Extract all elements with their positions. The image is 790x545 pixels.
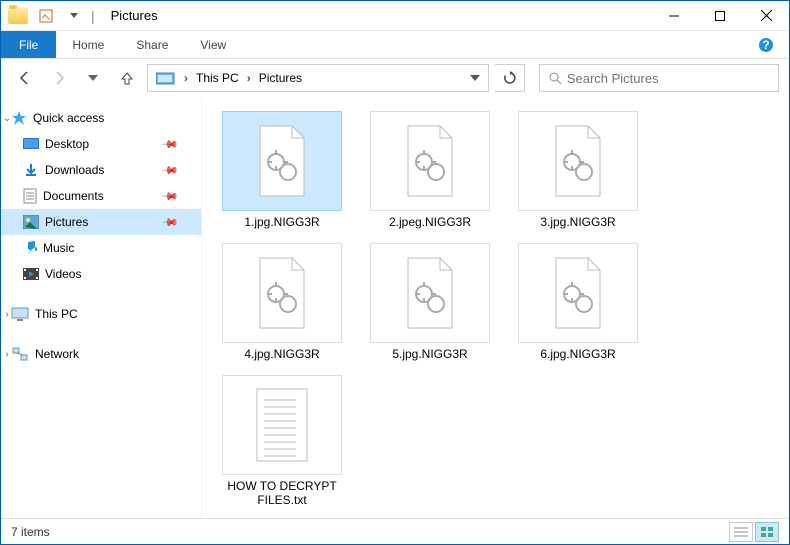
file-label: 6.jpg.NIGG3R	[540, 347, 615, 361]
sidebar-item-label: This PC	[35, 307, 78, 321]
pictures-icon	[23, 215, 39, 229]
file-thumbnail	[370, 243, 490, 343]
title-separator: |	[91, 8, 95, 24]
tab-view[interactable]: View	[184, 31, 242, 58]
recent-dropdown[interactable]	[79, 64, 107, 92]
forward-button[interactable]	[45, 64, 73, 92]
thumbnails-view-button[interactable]	[755, 522, 779, 542]
search-box[interactable]	[539, 64, 779, 92]
file-thumbnail	[518, 243, 638, 343]
sidebar-item-pictures[interactable]: Pictures 📌	[1, 209, 201, 235]
file-label: 1.jpg.NIGG3R	[244, 215, 319, 229]
file-item[interactable]: 1.jpg.NIGG3R	[212, 111, 352, 229]
help-button[interactable]: ?	[751, 31, 781, 58]
qat-dropdown-icon[interactable]	[63, 5, 85, 27]
file-view[interactable]: 1.jpg.NIGG3R 2.jpeg.NIGG3R 3.jpg.NIGG3R 4.j…	[201, 97, 789, 518]
sidebar-item-label: Quick access	[33, 111, 104, 125]
details-view-button[interactable]	[729, 522, 753, 542]
maximize-button[interactable]	[697, 1, 743, 31]
close-button[interactable]	[743, 1, 789, 31]
breadcrumb-this-pc[interactable]: This PC	[190, 65, 245, 91]
caret-icon[interactable]: ›	[1, 349, 13, 360]
file-item[interactable]: 6.jpg.NIGG3R	[508, 243, 648, 361]
pin-icon: 📌	[161, 161, 180, 180]
breadcrumb-root-icon[interactable]	[150, 65, 182, 91]
sidebar-item-label: Desktop	[45, 137, 89, 151]
file-item[interactable]: 3.jpg.NIGG3R	[508, 111, 648, 229]
sidebar-item-music[interactable]: Music	[1, 235, 201, 261]
window-title: Pictures	[111, 8, 158, 23]
tab-home[interactable]: Home	[56, 31, 120, 58]
file-item[interactable]: 4.jpg.NIGG3R	[212, 243, 352, 361]
file-thumbnail	[222, 375, 342, 475]
sidebar-item-documents[interactable]: Documents 📌	[1, 183, 201, 209]
file-thumbnail	[518, 111, 638, 211]
sidebar-item-downloads[interactable]: Downloads 📌	[1, 157, 201, 183]
pin-icon: 📌	[161, 135, 180, 154]
breadcrumb-pictures[interactable]: Pictures	[253, 65, 308, 91]
breadcrumb-dropdown[interactable]	[464, 65, 486, 91]
sidebar-item-label: Pictures	[45, 215, 88, 229]
sidebar-item-label: Network	[35, 347, 79, 361]
caret-icon[interactable]: ⌄	[1, 113, 13, 124]
file-item[interactable]: 5.jpg.NIGG3R	[360, 243, 500, 361]
documents-icon	[23, 188, 37, 204]
downloads-icon	[23, 162, 39, 178]
file-label: 4.jpg.NIGG3R	[244, 347, 319, 361]
file-label: 5.jpg.NIGG3R	[392, 347, 467, 361]
sidebar-quick-access[interactable]: ⌄ Quick access	[1, 105, 201, 131]
ribbon-tabs: File Home Share View ?	[1, 31, 789, 59]
navigation-bar: › This PC › Pictures	[1, 59, 789, 97]
breadcrumb-separator[interactable]: ›	[182, 71, 190, 85]
caret-icon[interactable]: ›	[1, 309, 13, 320]
file-item[interactable]: 2.jpeg.NIGG3R	[360, 111, 500, 229]
navigation-pane: ⌄ Quick access Desktop 📌 Downloads 📌 Doc…	[1, 97, 201, 518]
file-tab[interactable]: File	[1, 31, 56, 58]
sidebar-item-desktop[interactable]: Desktop 📌	[1, 131, 201, 157]
file-label: 3.jpg.NIGG3R	[540, 215, 615, 229]
explorer-icon	[7, 5, 29, 27]
search-input[interactable]	[567, 71, 770, 86]
title-bar: | Pictures	[1, 1, 789, 31]
sidebar-network[interactable]: › Network	[1, 341, 201, 367]
sidebar-item-label: Downloads	[45, 163, 104, 177]
content-area: ⌄ Quick access Desktop 📌 Downloads 📌 Doc…	[1, 97, 789, 518]
sidebar-item-label: Documents	[43, 189, 104, 203]
network-icon	[11, 347, 29, 361]
back-button[interactable]	[11, 64, 39, 92]
svg-text:?: ?	[762, 38, 769, 52]
file-item[interactable]: HOW TO DECRYPT FILES.txt	[212, 375, 352, 507]
tab-share[interactable]: Share	[120, 31, 184, 58]
search-icon	[548, 71, 561, 85]
status-bar: 7 items	[1, 518, 789, 544]
sidebar-item-videos[interactable]: Videos	[1, 261, 201, 287]
videos-icon	[23, 267, 39, 281]
pin-icon: 📌	[161, 187, 180, 206]
this-pc-icon	[11, 307, 29, 321]
star-icon	[11, 110, 27, 126]
minimize-button[interactable]	[651, 1, 697, 31]
sidebar-item-label: Videos	[45, 267, 81, 281]
file-label: HOW TO DECRYPT FILES.txt	[217, 479, 347, 507]
sidebar-item-label: Music	[43, 241, 74, 255]
up-button[interactable]	[113, 64, 141, 92]
refresh-button[interactable]	[495, 64, 525, 92]
address-bar[interactable]: › This PC › Pictures	[147, 64, 489, 92]
pin-icon: 📌	[161, 213, 180, 232]
file-thumbnail	[222, 243, 342, 343]
file-thumbnail	[370, 111, 490, 211]
file-label: 2.jpeg.NIGG3R	[389, 215, 471, 229]
file-thumbnail	[222, 111, 342, 211]
qat-properties-icon[interactable]	[35, 5, 57, 27]
breadcrumb-separator[interactable]: ›	[245, 71, 253, 85]
sidebar-this-pc[interactable]: › This PC	[1, 301, 201, 327]
desktop-icon	[23, 137, 39, 151]
music-icon	[23, 240, 37, 256]
item-count: 7 items	[11, 525, 50, 539]
